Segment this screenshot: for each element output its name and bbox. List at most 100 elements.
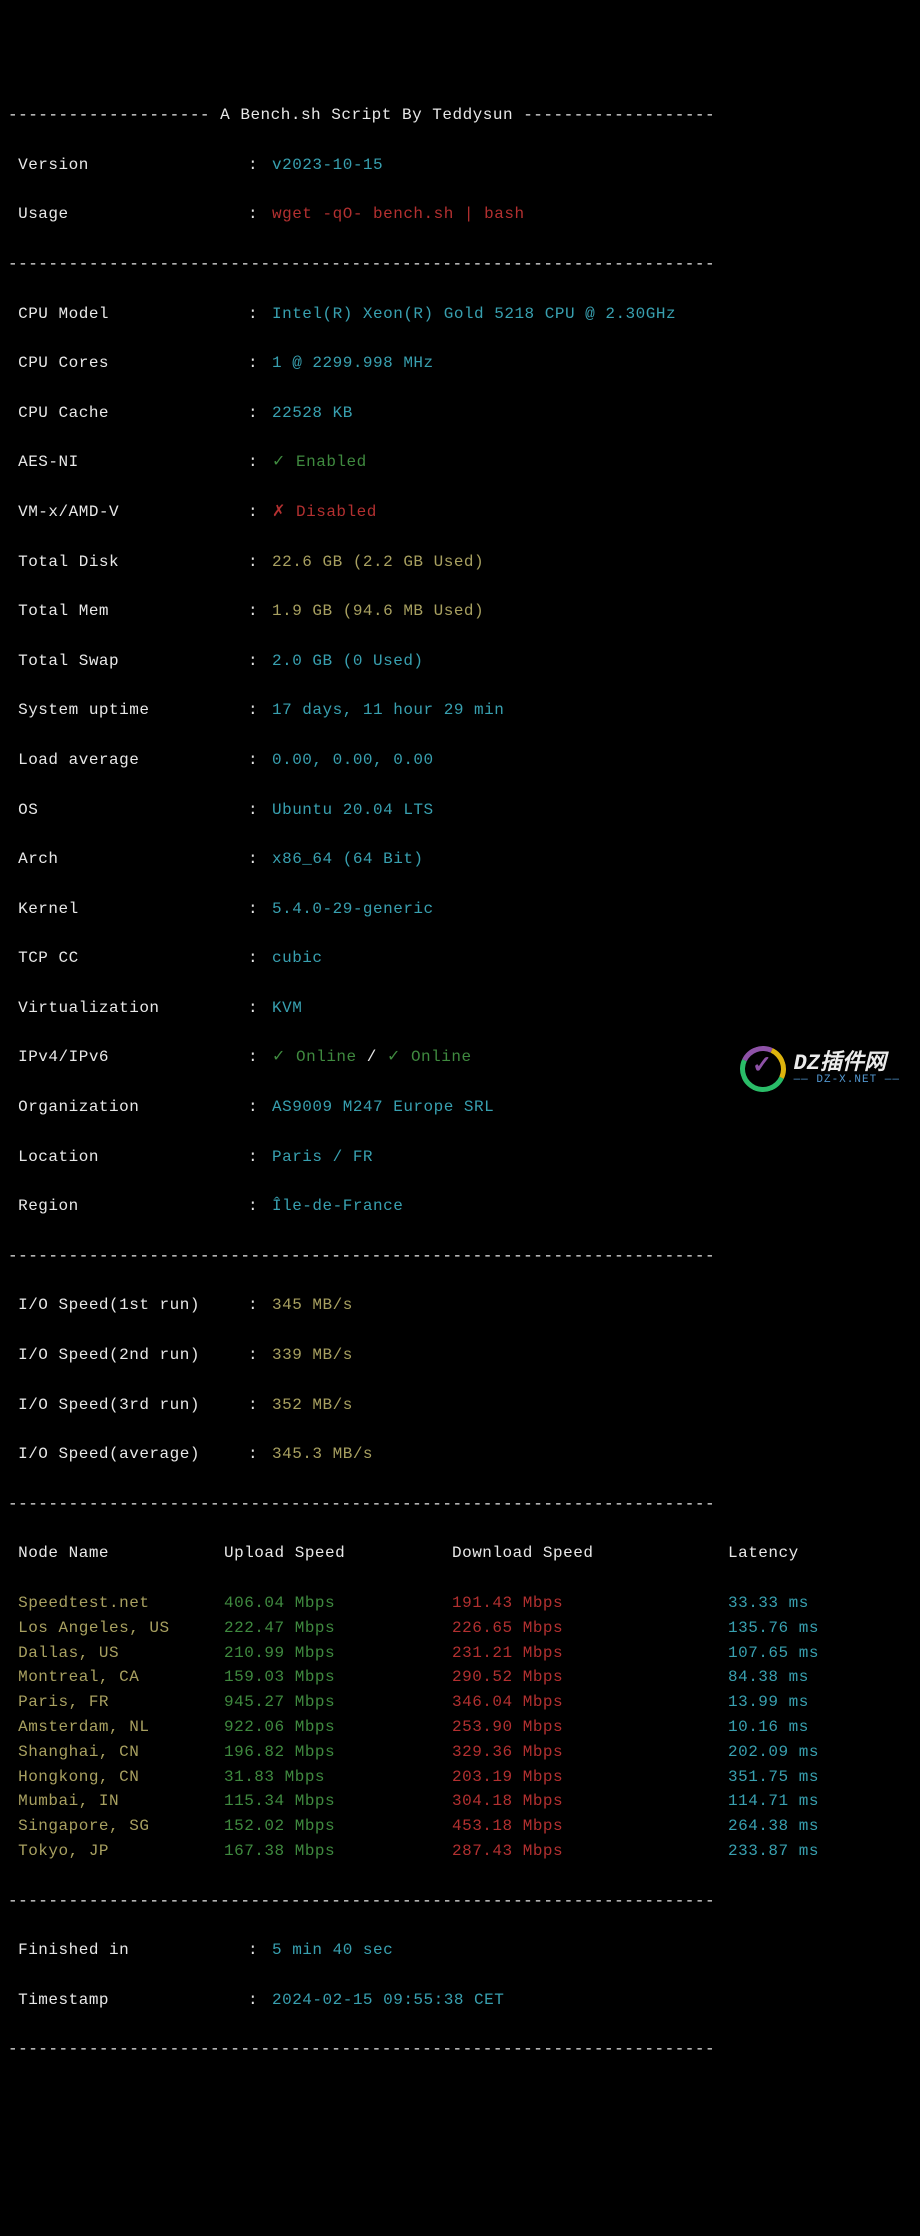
arch-value: x86_64 (64 Bit): [272, 847, 424, 872]
separator: ----------------------------------------…: [8, 1492, 912, 1517]
cpu-model-row: CPU Model: Intel(R) Xeon(R) Gold 5218 CP…: [8, 302, 912, 327]
watermark: DZ插件网 —— DZ-X.NET ——: [740, 1046, 900, 1092]
download-speed: 287.43 Mbps: [452, 1839, 728, 1864]
cpu-cache-value: 22528 KB: [272, 401, 353, 426]
table-row: Mumbai, IN115.34 Mbps304.18 Mbps114.71 m…: [8, 1789, 912, 1814]
cpu-cores-value: 1 @ 2299.998 MHz: [272, 351, 434, 376]
io-run3-value: 352 MB/s: [272, 1393, 353, 1418]
upload-speed: 222.47 Mbps: [224, 1616, 452, 1641]
download-speed: 203.19 Mbps: [452, 1765, 728, 1790]
tcp-row: TCP CC: cubic: [8, 946, 912, 971]
vmx-value: Disabled: [296, 503, 377, 521]
timestamp-value: 2024-02-15 09:55:38 CET: [272, 1988, 504, 2013]
finished-row: Finished in: 5 min 40 sec: [8, 1938, 912, 1963]
latency: 202.09 ms: [728, 1740, 819, 1765]
table-row: Dallas, US210.99 Mbps231.21 Mbps107.65 m…: [8, 1641, 912, 1666]
usage-value: wget -qO- bench.sh | bash: [272, 202, 525, 227]
node-name: Paris, FR: [8, 1690, 224, 1715]
arch-row: Arch: x86_64 (64 Bit): [8, 847, 912, 872]
upload-speed: 152.02 Mbps: [224, 1814, 452, 1839]
total-mem-value: 1.9 GB (94.6 MB Used): [272, 599, 484, 624]
latency: 13.99 ms: [728, 1690, 809, 1715]
cpu-model-value: Intel(R) Xeon(R) Gold 5218 CPU @ 2.30GHz: [272, 302, 676, 327]
io-run3-row: I/O Speed(3rd run): 352 MB/s: [8, 1393, 912, 1418]
table-row: Montreal, CA159.03 Mbps290.52 Mbps84.38 …: [8, 1665, 912, 1690]
total-disk-row: Total Disk: 22.6 GB (2.2 GB Used): [8, 550, 912, 575]
watermark-sub: —— DZ-X.NET ——: [794, 1075, 900, 1087]
version-value: v2023-10-15: [272, 153, 383, 178]
cross-icon: ✗: [272, 503, 296, 521]
version-row: Version: v2023-10-15: [8, 153, 912, 178]
node-name: Tokyo, JP: [8, 1839, 224, 1864]
os-value: Ubuntu 20.04 LTS: [272, 798, 434, 823]
io-avg-value: 345.3 MB/s: [272, 1442, 373, 1467]
usage-row: Usage: wget -qO- bench.sh | bash: [8, 202, 912, 227]
table-row: Shanghai, CN196.82 Mbps329.36 Mbps202.09…: [8, 1740, 912, 1765]
speedtest-table: Speedtest.net406.04 Mbps191.43 Mbps33.33…: [8, 1591, 912, 1864]
separator: ----------------------------------------…: [8, 1244, 912, 1269]
ipv6-status: Online: [411, 1048, 472, 1066]
upload-speed: 406.04 Mbps: [224, 1591, 452, 1616]
upload-speed: 167.38 Mbps: [224, 1839, 452, 1864]
table-row: Los Angeles, US222.47 Mbps226.65 Mbps135…: [8, 1616, 912, 1641]
upload-speed: 945.27 Mbps: [224, 1690, 452, 1715]
table-row: Paris, FR945.27 Mbps346.04 Mbps13.99 ms: [8, 1690, 912, 1715]
download-speed: 346.04 Mbps: [452, 1690, 728, 1715]
uptime-value: 17 days, 11 hour 29 min: [272, 698, 504, 723]
upload-speed: 115.34 Mbps: [224, 1789, 452, 1814]
io-run1-row: I/O Speed(1st run): 345 MB/s: [8, 1293, 912, 1318]
col-download: Download Speed: [452, 1541, 728, 1566]
loc-row: Location: Paris / FR: [8, 1145, 912, 1170]
node-name: Los Angeles, US: [8, 1616, 224, 1641]
org-value: AS9009 M247 Europe SRL: [272, 1095, 494, 1120]
col-latency: Latency: [728, 1541, 799, 1566]
total-mem-row: Total Mem: 1.9 GB (94.6 MB Used): [8, 599, 912, 624]
node-name: Singapore, SG: [8, 1814, 224, 1839]
download-speed: 191.43 Mbps: [452, 1591, 728, 1616]
usage-label: Usage: [8, 202, 248, 227]
upload-speed: 922.06 Mbps: [224, 1715, 452, 1740]
latency: 351.75 ms: [728, 1765, 819, 1790]
check-icon: ✓: [272, 1048, 296, 1066]
node-name: Dallas, US: [8, 1641, 224, 1666]
ipv4-status: Online: [296, 1048, 357, 1066]
uptime-row: System uptime: 17 days, 11 hour 29 min: [8, 698, 912, 723]
io-run2-value: 339 MB/s: [272, 1343, 353, 1368]
node-name: Mumbai, IN: [8, 1789, 224, 1814]
table-row: Singapore, SG152.02 Mbps453.18 Mbps264.3…: [8, 1814, 912, 1839]
download-speed: 231.21 Mbps: [452, 1641, 728, 1666]
region-value: Île-de-France: [272, 1194, 403, 1219]
table-row: Amsterdam, NL922.06 Mbps253.90 Mbps10.16…: [8, 1715, 912, 1740]
check-icon: ✓: [387, 1048, 411, 1066]
upload-speed: 31.83 Mbps: [224, 1765, 452, 1790]
org-row: Organization: AS9009 M247 Europe SRL: [8, 1095, 912, 1120]
latency: 233.87 ms: [728, 1839, 819, 1864]
version-label: Version: [8, 153, 248, 178]
io-run2-row: I/O Speed(2nd run): 339 MB/s: [8, 1343, 912, 1368]
download-speed: 253.90 Mbps: [452, 1715, 728, 1740]
table-row: Hongkong, CN31.83 Mbps203.19 Mbps351.75 …: [8, 1765, 912, 1790]
total-swap-value: 2.0 GB (0 Used): [272, 649, 424, 674]
timestamp-row: Timestamp: 2024-02-15 09:55:38 CET: [8, 1988, 912, 2013]
finished-value: 5 min 40 sec: [272, 1938, 393, 1963]
download-speed: 453.18 Mbps: [452, 1814, 728, 1839]
title-text: A Bench.sh Script By Teddysun: [220, 103, 513, 128]
upload-speed: 196.82 Mbps: [224, 1740, 452, 1765]
watermark-main: DZ插件网: [794, 1052, 900, 1075]
latency: 135.76 ms: [728, 1616, 819, 1641]
download-speed: 290.52 Mbps: [452, 1665, 728, 1690]
logo-icon: [733, 1040, 792, 1099]
load-value: 0.00, 0.00, 0.00: [272, 748, 434, 773]
latency: 107.65 ms: [728, 1641, 819, 1666]
separator: ----------------------------------------…: [8, 252, 912, 277]
virt-value: KVM: [272, 996, 302, 1021]
latency: 84.38 ms: [728, 1665, 809, 1690]
io-run1-value: 345 MB/s: [272, 1293, 353, 1318]
vmx-row: VM-x/AMD-V: ✗ Disabled: [8, 500, 912, 525]
os-row: OS: Ubuntu 20.04 LTS: [8, 798, 912, 823]
separator: ----------------------------------------…: [8, 1889, 912, 1914]
download-speed: 304.18 Mbps: [452, 1789, 728, 1814]
cpu-cache-row: CPU Cache: 22528 KB: [8, 401, 912, 426]
title-prefix: --------------------: [8, 103, 220, 128]
node-name: Speedtest.net: [8, 1591, 224, 1616]
